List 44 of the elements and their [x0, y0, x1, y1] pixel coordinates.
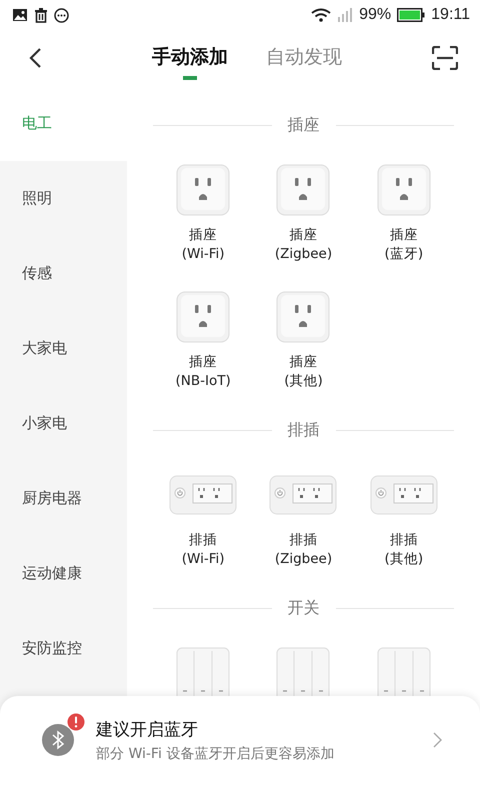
bluetooth-icon [40, 722, 76, 758]
signal-icon [337, 8, 354, 22]
sidebar-item[interactable]: 电工 [0, 86, 127, 161]
tab[interactable]: 自动发现 [262, 36, 346, 80]
device-label: 排插 (其他) [384, 531, 424, 569]
device-label: 插座 (蓝牙) [384, 226, 424, 264]
sidebar-item[interactable]: 传感 [0, 236, 127, 311]
clock: 19:11 [431, 6, 470, 24]
chevron-right-icon [433, 732, 442, 748]
sidebar-item[interactable]: 运动健康 [0, 536, 127, 611]
wall-switch-icon[interactable] [376, 647, 431, 699]
sidebar-item[interactable]: 大家电 [0, 311, 127, 386]
trash-icon [34, 8, 48, 22]
battery-percentage: 99% [359, 6, 392, 24]
section-title: 插座 [288, 114, 320, 136]
prompt-subtitle: 部分 Wi-Fi 设备蓝牙开启后更容易添加 [96, 744, 336, 762]
device-label: 排插 (Zigbee) [274, 531, 332, 569]
wall-switch-icon[interactable] [176, 647, 230, 699]
sidebar-item[interactable]: 安防监控 [0, 611, 127, 686]
scan-icon[interactable] [432, 46, 458, 70]
sidebar-item[interactable]: 小家电 [0, 386, 127, 461]
device-label: 插座 (NB-IoT) [176, 353, 231, 391]
device-label: 插座 (Wi-Fi) [182, 226, 225, 264]
section-title: 排插 [288, 420, 320, 440]
device-label: 插座 (Zigbee) [274, 226, 332, 264]
battery-icon [397, 8, 426, 22]
socket-icon[interactable] [376, 164, 431, 216]
bluetooth-prompt-card[interactable]: 建议开启蓝牙 部分 Wi-Fi 设备蓝牙开启后更容易添加 [0, 696, 480, 800]
prompt-title: 建议开启蓝牙 [96, 718, 199, 740]
socket-icon[interactable] [176, 164, 230, 216]
image-icon [12, 8, 28, 22]
sidebar-item[interactable]: 照明 [0, 161, 127, 236]
section-title: 开关 [288, 598, 320, 618]
back-icon[interactable] [28, 47, 42, 69]
sidebar-item[interactable]: 厨房电器 [0, 461, 127, 536]
device-label: 排插 (Wi-Fi) [182, 531, 225, 569]
alert-badge-icon [67, 713, 85, 731]
wall-switch-icon[interactable] [276, 647, 330, 699]
device-label: 插座 (其他) [284, 353, 323, 391]
socket-icon[interactable] [176, 291, 230, 343]
socket-icon[interactable] [276, 164, 330, 216]
wifi-icon [311, 8, 332, 22]
more-icon [54, 8, 69, 22]
socket-icon[interactable] [276, 291, 330, 343]
